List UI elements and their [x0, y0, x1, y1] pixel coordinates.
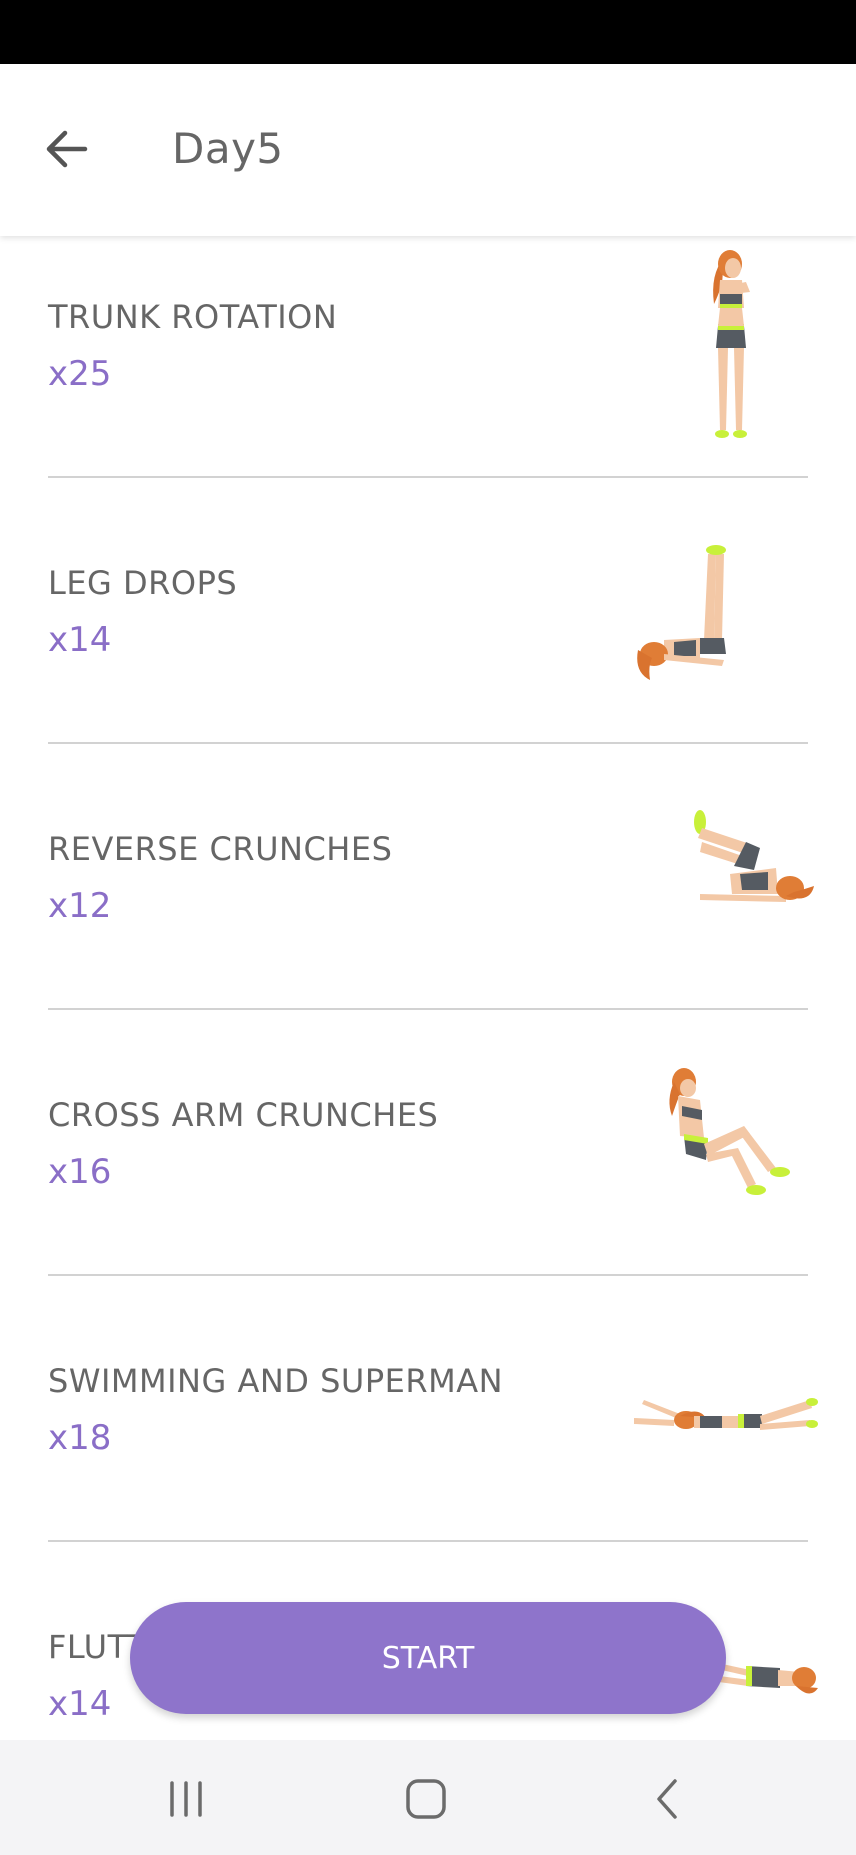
exercise-name: TRUNK ROTATION	[48, 298, 338, 336]
chevron-left-icon	[657, 1779, 677, 1819]
nav-back-button[interactable]	[626, 1764, 706, 1834]
page-title: Day5	[172, 124, 284, 173]
exercise-name: CROSS ARM CRUNCHES	[48, 1096, 439, 1134]
exercise-name: REVERSE CRUNCHES	[48, 830, 393, 868]
row-divider	[48, 476, 808, 478]
exercise-row[interactable]: REVERSE CRUNCHES x12	[0, 768, 856, 1034]
start-button[interactable]: START	[130, 1602, 726, 1714]
row-divider	[48, 1008, 808, 1010]
cross-arm-crunches-illustration	[669, 1068, 790, 1195]
system-nav-bar	[0, 1740, 856, 1855]
swimming-superman-illustration	[634, 1398, 818, 1430]
arrow-left-icon	[46, 130, 88, 168]
exercise-name: LEG DROPS	[48, 564, 238, 602]
exercise-row[interactable]: SWIMMING AND SUPERMAN x18	[0, 1300, 856, 1566]
back-button[interactable]	[34, 116, 100, 182]
exercise-row[interactable]: CROSS ARM CRUNCHES x16	[0, 1034, 856, 1300]
exercise-count: x14	[48, 620, 112, 660]
app-bar: Day5	[0, 64, 856, 236]
exercise-count: x25	[48, 354, 112, 394]
row-divider	[48, 742, 808, 744]
trunk-rotation-illustration	[713, 250, 750, 438]
exercise-count: x18	[48, 1418, 112, 1458]
status-bar	[0, 0, 856, 64]
recents-button[interactable]	[146, 1764, 226, 1834]
row-divider	[48, 1540, 808, 1542]
recents-icon	[170, 1781, 202, 1817]
home-button[interactable]	[386, 1764, 466, 1834]
exercise-count: x14	[48, 1684, 112, 1724]
home-icon	[406, 1779, 446, 1819]
exercise-name: SWIMMING AND SUPERMAN	[48, 1362, 504, 1400]
exercise-list[interactable]: TRUNK ROTATION x25 LEG DROPS x14 REVERSE…	[0, 236, 856, 1740]
reverse-crunches-illustration	[694, 810, 814, 902]
exercise-row[interactable]: TRUNK ROTATION x25	[0, 236, 856, 502]
leg-drops-illustration	[637, 545, 726, 680]
exercise-row[interactable]: LEG DROPS x14	[0, 502, 856, 768]
row-divider	[48, 1274, 808, 1276]
exercise-count: x16	[48, 1152, 112, 1192]
exercise-count: x12	[48, 886, 112, 926]
